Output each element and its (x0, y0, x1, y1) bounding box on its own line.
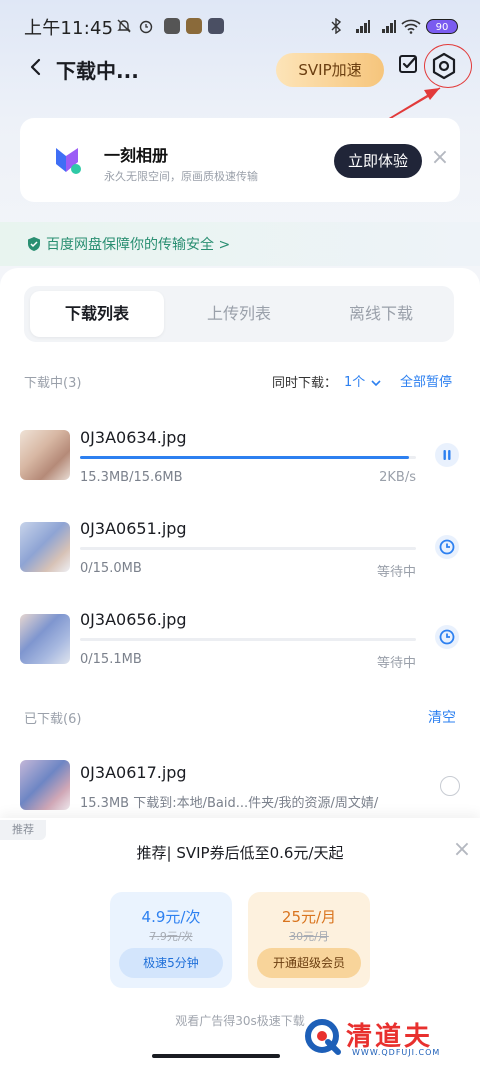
clear-button[interactable]: 清空 (428, 707, 456, 727)
file-thumbnail[interactable] (20, 522, 70, 572)
file-size: 0/15.0MB (80, 561, 142, 576)
progress-bar (80, 638, 416, 641)
downloading-header: 下载中(3) (24, 376, 82, 391)
concurrent-select[interactable]: 1个 (344, 371, 365, 390)
offer-price: 4.9元/次 (141, 908, 201, 926)
select-radio[interactable] (440, 776, 460, 796)
close-icon[interactable]: × (452, 839, 472, 861)
downloaded-header: 已下载(6) (24, 712, 82, 727)
shield-icon (26, 236, 42, 252)
pause-icon[interactable] (434, 442, 460, 468)
download-speed: 2KB/s (379, 470, 416, 485)
watermark-logo-icon (305, 1019, 341, 1055)
try-now-button[interactable]: 立即体验 (334, 144, 422, 178)
app-notification-icon (186, 18, 202, 34)
promo-title: 一刻相册 (104, 146, 169, 165)
signal-icon (374, 18, 396, 34)
open-svip-button[interactable]: 开通超级会员 (257, 948, 361, 978)
file-name: 0J3A0617.jpg (80, 763, 187, 782)
wifi-icon (400, 18, 422, 34)
file-thumbnail[interactable] (20, 760, 70, 810)
status-time: 上午11:45 (24, 18, 114, 39)
bluetooth-icon (328, 17, 344, 35)
pause-all-button[interactable]: 全部暂停 (400, 371, 452, 390)
promo-subtitle: 永久无限空间，原画质极速传输 (104, 170, 258, 183)
home-indicator[interactable] (152, 1054, 280, 1058)
offer-old-price: 7.9元/次 (149, 930, 193, 943)
file-name: 0J3A0651.jpg (80, 519, 187, 538)
progress-bar (80, 456, 416, 459)
file-name: 0J3A0634.jpg (80, 428, 187, 447)
file-size: 15.3MB/15.6MB (80, 470, 183, 485)
app-notification-icon (164, 18, 180, 34)
app-notification-icon (208, 18, 224, 34)
file-thumbnail[interactable] (20, 614, 70, 664)
file-detail: 15.3MB 下载到:本地/Baid...件夹/我的资源/周文婧/ (80, 796, 379, 811)
concurrent-label: 同时下载： (272, 376, 338, 391)
progress-fill (80, 456, 410, 459)
clock-icon[interactable] (434, 624, 460, 650)
offer-old-price: 30元/月 (289, 930, 329, 943)
album-app-logo-icon (50, 142, 86, 178)
tab-download-list[interactable]: 下载列表 (30, 291, 164, 337)
page-title: 下载中... (56, 59, 139, 83)
checklist-icon[interactable] (396, 52, 422, 78)
offer-price: 25元/月 (281, 908, 337, 926)
file-thumbnail[interactable] (20, 430, 70, 480)
watermark-url: WWW.QDFUJI.COM (352, 1048, 441, 1057)
clock-icon[interactable] (434, 534, 460, 560)
recommend-tag: 推荐 (0, 820, 46, 840)
close-icon[interactable]: × (430, 147, 450, 169)
sheet-title: 推荐| SVIP券后低至0.6元/天起 (136, 844, 344, 862)
alarm-icon (138, 18, 154, 34)
waiting-status: 等待中 (376, 565, 416, 580)
battery-icon: 90 (426, 19, 458, 34)
file-size: 0/15.1MB (80, 652, 142, 667)
back-icon[interactable] (26, 56, 48, 78)
progress-bar (80, 547, 416, 550)
signal-icon (348, 18, 370, 34)
waiting-status: 等待中 (376, 656, 416, 671)
tab-offline-download[interactable]: 离线下载 (314, 286, 448, 342)
file-name: 0J3A0656.jpg (80, 610, 187, 629)
security-text[interactable]: 百度网盘保障你的传输安全 > (46, 234, 230, 254)
tab-upload-list[interactable]: 上传列表 (172, 286, 306, 342)
speed-5min-button[interactable]: 极速5分钟 (119, 948, 223, 978)
chevron-down-icon[interactable] (370, 374, 382, 387)
mute-icon (116, 18, 132, 34)
